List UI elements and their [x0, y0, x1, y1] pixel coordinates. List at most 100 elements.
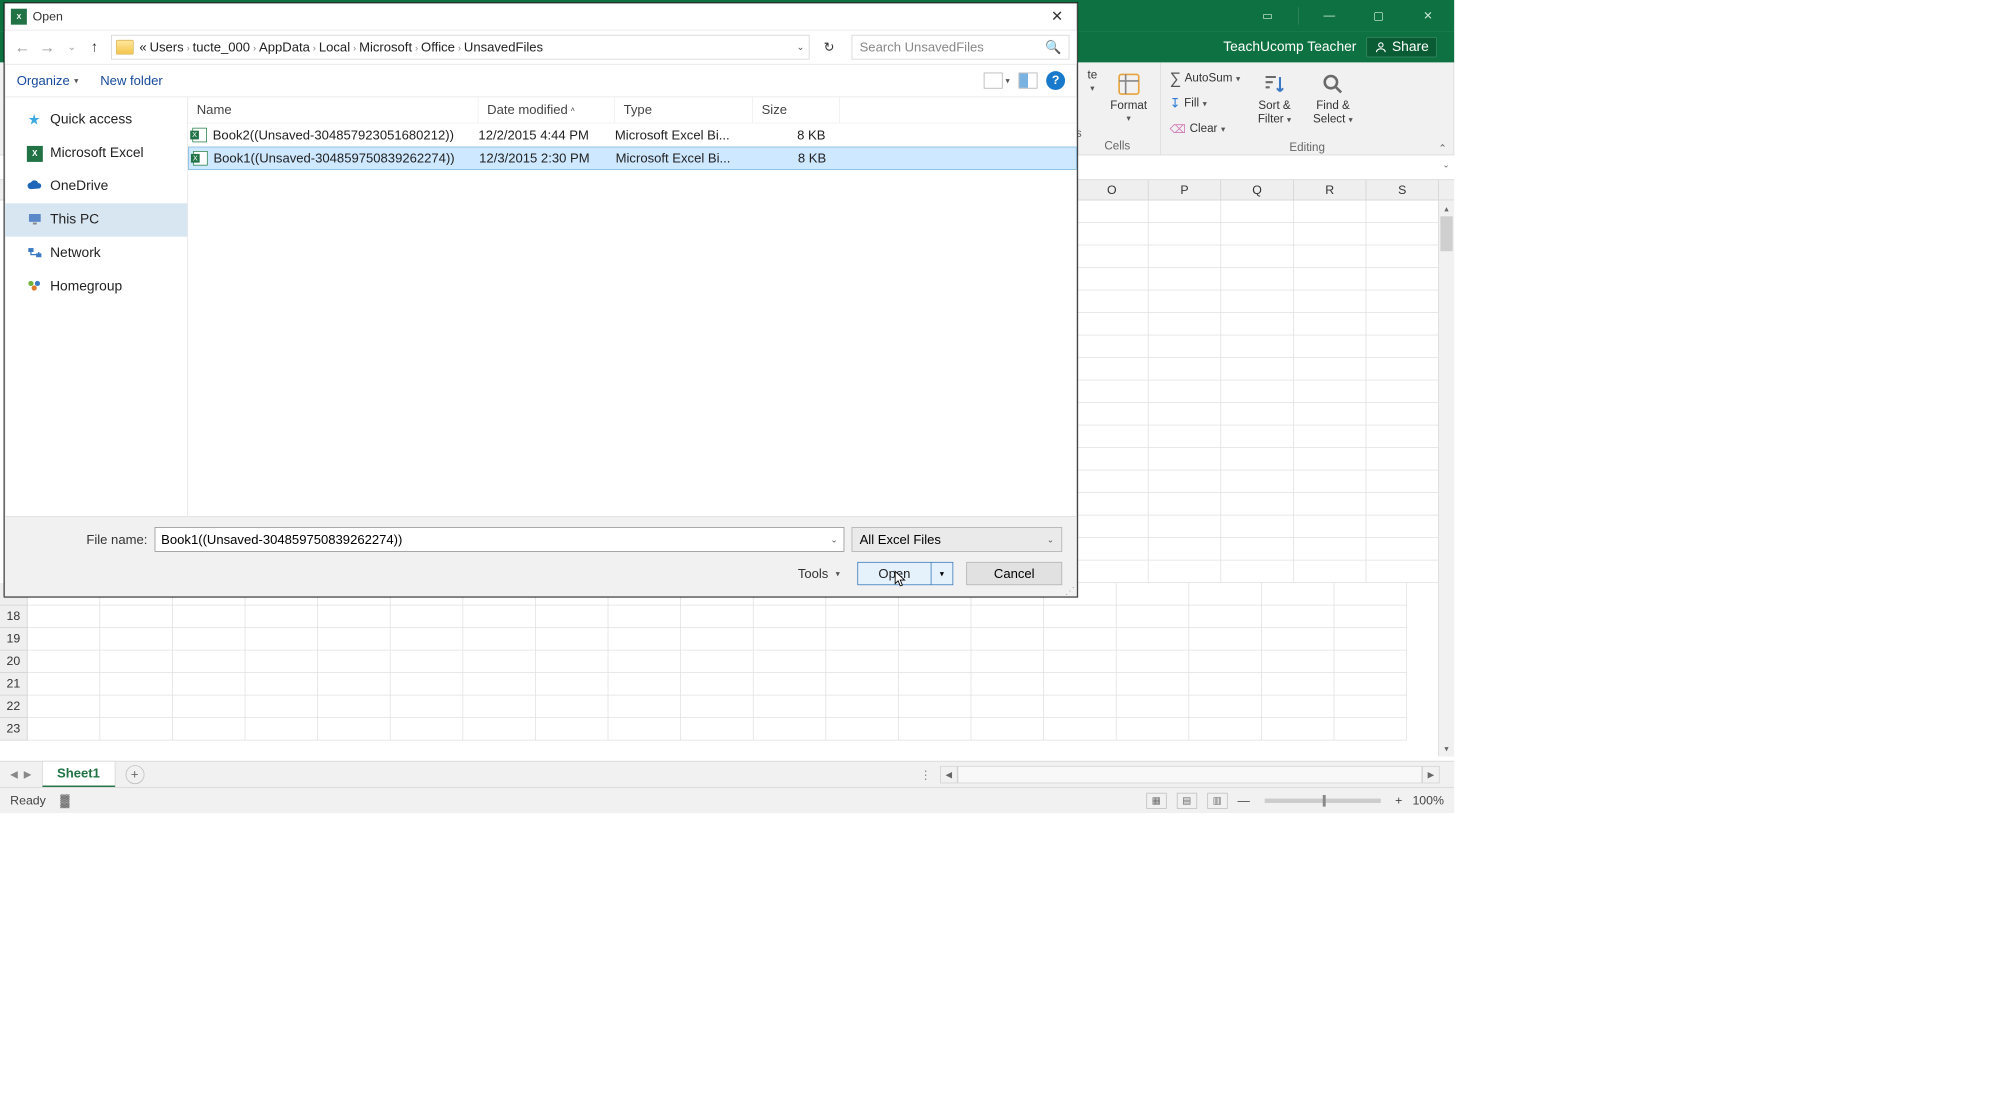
- cell[interactable]: [100, 650, 173, 673]
- cell[interactable]: [1366, 358, 1439, 381]
- cell[interactable]: [1149, 493, 1222, 516]
- cell[interactable]: [1189, 696, 1262, 719]
- cell[interactable]: [1262, 696, 1335, 719]
- cell[interactable]: [1076, 425, 1149, 448]
- cell[interactable]: [245, 650, 318, 673]
- cell[interactable]: [391, 650, 464, 673]
- forward-button[interactable]: →: [37, 37, 57, 57]
- tree-item-microsoft-excel[interactable]: XMicrosoft Excel: [5, 136, 187, 169]
- clear-button[interactable]: ⌫Clear▾: [1170, 118, 1241, 141]
- cell[interactable]: [463, 696, 536, 719]
- cancel-button[interactable]: Cancel: [966, 562, 1062, 585]
- cell[interactable]: [1076, 223, 1149, 246]
- cell[interactable]: [1076, 335, 1149, 358]
- chevron-down-icon[interactable]: ⌄: [830, 534, 837, 544]
- column-size[interactable]: Size: [753, 97, 840, 122]
- cell[interactable]: [1294, 358, 1367, 381]
- cell[interactable]: [1221, 200, 1294, 223]
- breadcrumb-item[interactable]: tucte_000: [193, 40, 250, 55]
- cell[interactable]: [1366, 403, 1439, 426]
- cell[interactable]: [1294, 380, 1367, 403]
- row-header[interactable]: 18: [0, 605, 28, 628]
- cell[interactable]: [899, 605, 972, 628]
- cell[interactable]: [173, 718, 246, 741]
- cell[interactable]: [899, 718, 972, 741]
- ribbon-options-icon[interactable]: ▭: [1246, 0, 1290, 32]
- organize-button[interactable]: Organize ▾: [17, 73, 79, 88]
- cell[interactable]: [318, 628, 391, 651]
- zoom-level[interactable]: 100%: [1412, 793, 1444, 808]
- cell[interactable]: [100, 628, 173, 651]
- cell[interactable]: [1076, 245, 1149, 268]
- recent-locations-icon[interactable]: ⌄: [62, 37, 82, 57]
- file-name-input[interactable]: Book1((Unsaved-304859750839262274)) ⌄: [155, 527, 845, 552]
- cell[interactable]: [681, 718, 754, 741]
- cell[interactable]: [681, 628, 754, 651]
- cell[interactable]: [1076, 290, 1149, 313]
- cell[interactable]: [608, 605, 681, 628]
- cell[interactable]: [1076, 538, 1149, 561]
- cell[interactable]: [1221, 425, 1294, 448]
- cell[interactable]: [391, 696, 464, 719]
- cell[interactable]: [28, 696, 101, 719]
- add-sheet-button[interactable]: +: [125, 765, 144, 784]
- cell[interactable]: [826, 673, 899, 696]
- cell[interactable]: [1294, 245, 1367, 268]
- cell[interactable]: [391, 673, 464, 696]
- scroll-thumb[interactable]: [1440, 216, 1452, 251]
- cell[interactable]: [1221, 538, 1294, 561]
- cell[interactable]: [245, 696, 318, 719]
- cell[interactable]: [1076, 380, 1149, 403]
- cell[interactable]: [1262, 628, 1335, 651]
- cell[interactable]: [1366, 470, 1439, 493]
- cell[interactable]: [826, 628, 899, 651]
- cell[interactable]: [1221, 560, 1294, 583]
- cell[interactable]: [1221, 403, 1294, 426]
- col-header[interactable]: O: [1076, 180, 1149, 200]
- cell[interactable]: [1366, 313, 1439, 336]
- cell[interactable]: [1044, 605, 1117, 628]
- cell[interactable]: [1117, 650, 1190, 673]
- cell[interactable]: [1262, 583, 1335, 606]
- cell[interactable]: [754, 628, 827, 651]
- cell[interactable]: [1076, 313, 1149, 336]
- cell[interactable]: [173, 628, 246, 651]
- cell[interactable]: [754, 650, 827, 673]
- cell[interactable]: [1366, 245, 1439, 268]
- cell[interactable]: [1117, 628, 1190, 651]
- macro-record-icon[interactable]: ▓: [60, 793, 69, 808]
- horizontal-scrollbar[interactable]: ◀ ▶: [940, 766, 1439, 783]
- minimize-icon[interactable]: —: [1308, 0, 1352, 32]
- cell[interactable]: [1149, 335, 1222, 358]
- scroll-left-icon[interactable]: ◀: [940, 766, 957, 783]
- cell[interactable]: [754, 673, 827, 696]
- column-type[interactable]: Type: [615, 97, 753, 122]
- zoom-in-button[interactable]: +: [1395, 793, 1402, 808]
- cell[interactable]: [318, 673, 391, 696]
- cell[interactable]: [100, 696, 173, 719]
- cell[interactable]: [1221, 470, 1294, 493]
- cell[interactable]: [1334, 583, 1407, 606]
- cell[interactable]: [463, 628, 536, 651]
- normal-view-icon[interactable]: ▦: [1146, 792, 1166, 808]
- cell[interactable]: [1076, 560, 1149, 583]
- cell[interactable]: [754, 696, 827, 719]
- cell[interactable]: [1117, 718, 1190, 741]
- cell[interactable]: [1366, 290, 1439, 313]
- cell[interactable]: [1294, 290, 1367, 313]
- cell[interactable]: [1189, 605, 1262, 628]
- resize-grip-icon[interactable]: ⋰: [1065, 588, 1074, 593]
- cell[interactable]: [971, 718, 1044, 741]
- cell[interactable]: [826, 718, 899, 741]
- cell[interactable]: [1262, 718, 1335, 741]
- cell[interactable]: [463, 718, 536, 741]
- cell[interactable]: [754, 605, 827, 628]
- cell[interactable]: [1366, 493, 1439, 516]
- cell[interactable]: [1366, 380, 1439, 403]
- cell[interactable]: [608, 673, 681, 696]
- find-select-button[interactable]: Find & Select ▾: [1309, 67, 1358, 129]
- cell[interactable]: [463, 673, 536, 696]
- tree-item-homegroup[interactable]: Homegroup: [5, 270, 187, 303]
- cell[interactable]: [1076, 493, 1149, 516]
- cell[interactable]: [1044, 650, 1117, 673]
